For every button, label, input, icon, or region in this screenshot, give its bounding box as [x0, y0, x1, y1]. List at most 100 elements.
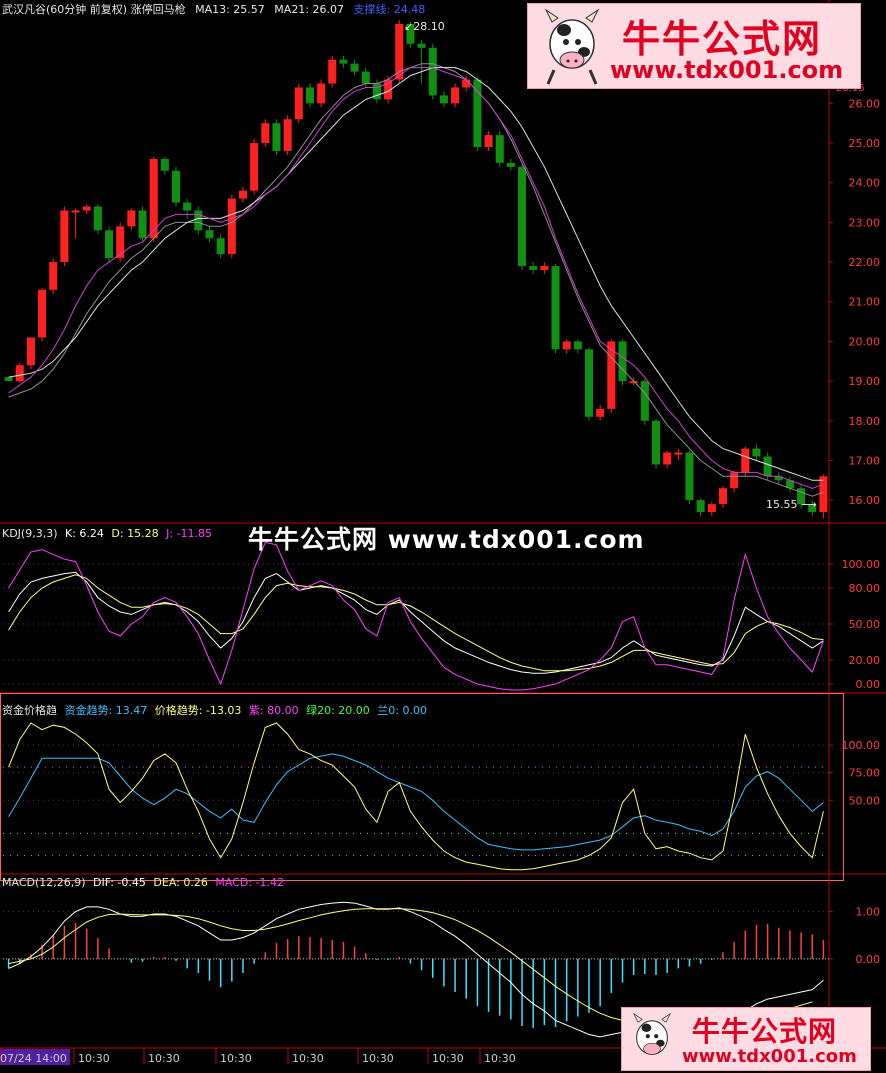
candle-body — [584, 349, 594, 417]
candle-body — [171, 170, 181, 203]
x-tick-label: 10:30 — [220, 1052, 252, 1065]
fund-panel-frame — [0, 693, 844, 881]
macd-header: MACD(12,26,9) DIF: -0.45 DEA: 0.26 MACD:… — [2, 876, 284, 889]
candle-body — [529, 266, 538, 270]
candle-body — [372, 83, 381, 100]
candle-body — [183, 202, 192, 211]
candle-body — [763, 456, 772, 477]
high-marker-value: 28.10 — [413, 20, 445, 33]
candle-body — [741, 448, 750, 473]
support-line-label: 支撑线: 24.48 — [353, 3, 426, 16]
candle-body — [417, 43, 426, 48]
candle-body — [428, 47, 437, 96]
y-tick-label: 75.00 — [849, 767, 881, 780]
x-tick-label: 07/24 14:00 — [0, 1052, 67, 1065]
candle-body — [685, 452, 694, 501]
kdj-header: KDJ(9,3,3) K: 6.24 D: 15.28 J: -11.85 — [2, 527, 212, 540]
price-trend-line — [8, 722, 824, 871]
y-tick-label: 16.00 — [849, 494, 881, 507]
candle-body — [462, 79, 471, 88]
main-title: 武汉凡谷(60分钟 前复权) 涨停回马枪 — [2, 3, 186, 16]
candle-body — [618, 341, 627, 382]
candle-body — [752, 448, 761, 457]
macd-title: MACD(12,26,9) — [2, 876, 86, 889]
y-tick-label: 0.00 — [856, 953, 881, 966]
y-tick-label: 23.00 — [849, 216, 881, 229]
y-tick-label: 19.00 — [849, 375, 881, 388]
candle-body — [551, 266, 560, 350]
kdj-j-label: J: -11.85 — [166, 527, 213, 540]
x-tick-label: 10:30 — [484, 1052, 516, 1065]
candle-body — [730, 472, 739, 489]
candle-body — [439, 95, 448, 104]
y-tick-label: 22.00 — [849, 256, 881, 269]
candle-body — [305, 87, 314, 104]
candle-body — [127, 210, 136, 227]
candle-body — [38, 289, 47, 338]
purple-ref-label: 紫: 80.00 — [248, 704, 299, 717]
x-tick-label: 10:30 — [148, 1052, 180, 1065]
candle-body — [696, 500, 705, 513]
candle-body — [4, 377, 13, 382]
candle-body — [573, 341, 582, 350]
candle-body — [495, 135, 504, 163]
x-tick-label: 10:30 — [78, 1052, 110, 1065]
candle-body — [361, 71, 370, 84]
watermark-url-bottom: www.tdx001.com — [682, 1046, 857, 1067]
y-tick-label: 24.00 — [849, 177, 881, 190]
y-tick-label: 17.00 — [849, 454, 881, 467]
kdj-d-label: D: 15.28 — [111, 527, 159, 540]
candle-body — [339, 59, 348, 64]
fund-trend-line — [8, 753, 824, 851]
macd-value-label: MACD: -1.42 — [215, 876, 284, 889]
candle-body — [194, 210, 203, 231]
candle-body — [93, 206, 102, 231]
candle-body — [238, 190, 248, 199]
candle-body — [718, 488, 727, 505]
y-tick-label: 20.00 — [849, 654, 881, 667]
cow-icon-bottom — [632, 1012, 672, 1055]
kdj-title: KDJ(9,3,3) — [2, 527, 58, 540]
candle-body — [506, 162, 515, 167]
low-marker-value: 15.55 — [766, 498, 798, 511]
low-marker: 15.55 ⟶ — [766, 498, 817, 511]
candle-body — [819, 476, 828, 513]
candle-body — [294, 87, 303, 120]
y-tick-label: 18.00 — [849, 415, 881, 428]
main-panel-header: 武汉凡谷(60分钟 前复权) 涨停回马枪 MA13: 25.57 MA21: 2… — [2, 1, 425, 17]
candle-body — [651, 420, 661, 465]
candle-body — [261, 123, 270, 144]
x-tick-label: 10:30 — [362, 1052, 394, 1065]
y-tick-label: 26.00 — [849, 97, 881, 110]
y-tick-label: 0.00 — [856, 678, 881, 691]
candle-body — [105, 230, 114, 259]
green-ref-label: 绿20: 20.00 — [306, 704, 370, 717]
x-tick-label: 10:30 — [292, 1052, 324, 1065]
x-tick-label: 10:30 — [432, 1052, 464, 1065]
candle-body — [596, 408, 605, 417]
fund-trend-label: 资金趋势: 13.47 — [64, 704, 148, 717]
ma-long-line — [8, 63, 824, 497]
y-tick-label: 25.00 — [849, 137, 881, 150]
macd-dif-label: DIF: -0.45 — [93, 876, 146, 889]
fund-title: 资金价格趋 — [2, 704, 57, 717]
candle-body — [484, 135, 493, 147]
ma13-label: MA13: 25.57 — [195, 3, 265, 16]
ma21-line — [8, 67, 824, 481]
candle-body — [227, 198, 236, 255]
kdj-k-line — [8, 571, 824, 674]
candle-body — [272, 123, 281, 151]
candle-body — [663, 452, 672, 465]
y-tick-label: 100.00 — [842, 558, 881, 571]
candle-body — [15, 365, 24, 382]
candle-body — [138, 210, 147, 239]
y-tick-label: 20.00 — [849, 335, 881, 348]
candle-body — [317, 83, 326, 104]
kdj-k-label: K: 6.24 — [65, 527, 104, 540]
center-watermark: 牛牛公式网 www.tdx001.com — [248, 525, 645, 554]
candle-body — [116, 226, 125, 259]
candle-body — [216, 238, 225, 255]
macd-dea-label: DEA: 0.26 — [153, 876, 208, 889]
ma21-label: MA21: 26.07 — [274, 3, 345, 16]
candle-body — [562, 341, 571, 350]
